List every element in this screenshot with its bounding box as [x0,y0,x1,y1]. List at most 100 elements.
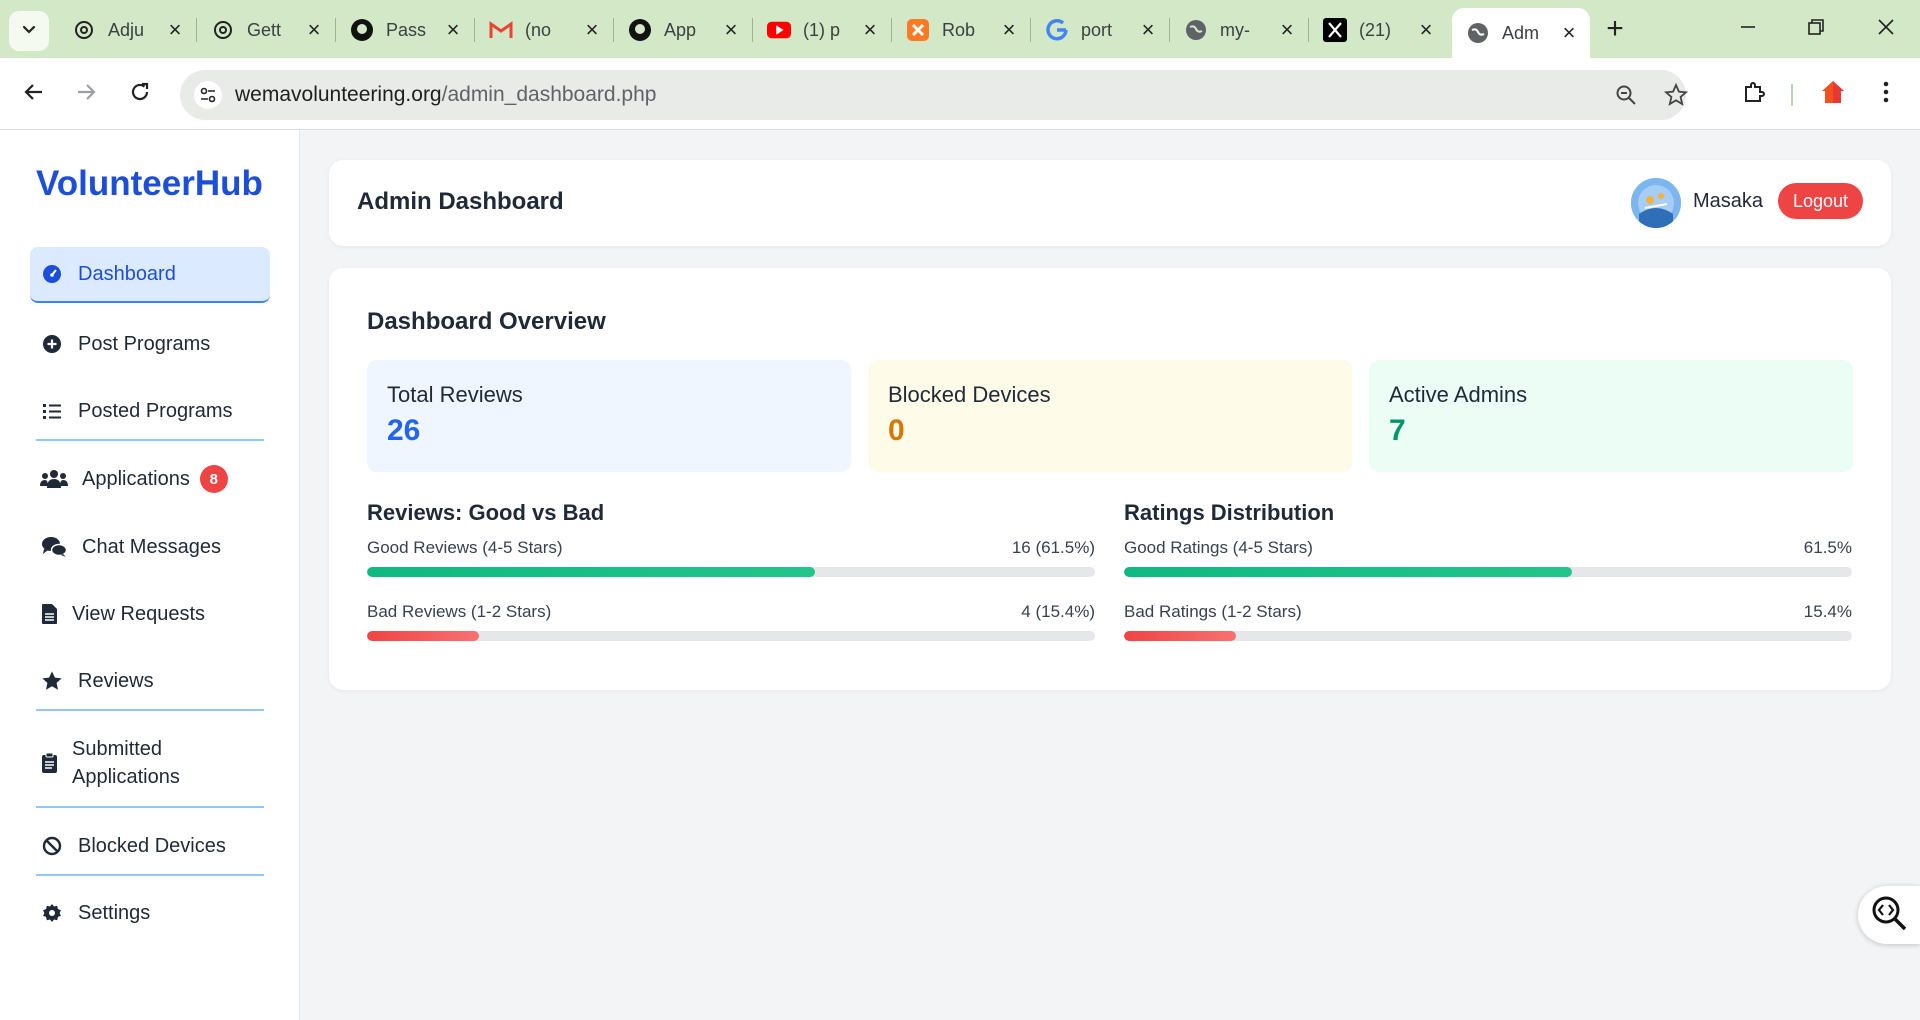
sidebar-item-label: Settings [78,901,151,924]
sidebar-item-label: Blocked Devices [78,834,226,857]
tab-title: Rob [942,19,976,40]
sidebar-item-posted-programs[interactable]: Posted Programs [30,383,270,439]
browser-toolbar: wemavolunteering.org/admin_dashboard.php [0,58,1920,130]
overview-title: Dashboard Overview [367,308,606,335]
tab-title: Adm [1502,22,1540,43]
stat-card-active-admins: Active Admins 7 [1369,360,1853,472]
toolbar-divider [1791,84,1793,106]
notification-badge: 8 [199,465,228,493]
dashboard-overview-card: Dashboard Overview Total Reviews 26 Bloc… [329,268,1891,690]
github-icon [628,18,652,42]
browser-tab[interactable]: Pass × [336,8,474,52]
openai-icon [211,18,235,42]
browser-menu-button[interactable] [1868,76,1904,112]
reload-button[interactable] [122,76,158,112]
sidebar-item-applications[interactable]: Applications 8 [30,451,270,507]
close-tab-icon[interactable]: × [164,17,186,42]
sidebar-item-label: View Requests [72,602,206,625]
progress-label: Bad Reviews (1-2 Stars) [367,602,552,621]
google-icon [1045,18,1069,42]
browser-tabstrip: Adju × Gett × Pass × (no × App × (1) p ×… [0,0,1920,58]
browser-tab[interactable]: Adju × [58,8,196,52]
progress-fill [367,631,480,641]
chevron-down-icon [20,20,38,43]
close-window-button[interactable] [1856,6,1916,52]
bookmark-star-icon[interactable] [1664,83,1688,107]
browser-tab[interactable]: (no × [475,8,613,52]
browser-tab[interactable]: Rob × [892,8,1030,52]
stat-value: 0 [888,414,905,447]
minimize-icon [1739,18,1757,41]
browser-tab[interactable]: Gett × [197,8,335,52]
youtube-icon [767,18,791,42]
browser-tab[interactable]: (1) p × [753,8,891,52]
progress-value: 15.4% [1803,602,1852,621]
tab-title: Gett [247,19,282,40]
tab-title: my- [1220,19,1250,40]
gmail-icon [489,18,513,42]
browser-tab[interactable]: App × [614,8,752,52]
openai-icon [72,18,96,42]
progress-row-good-reviews: Good Reviews (4-5 Stars) 16 (61.5%) [367,528,1095,592]
progress-track [1124,567,1852,577]
zoom-icon[interactable] [1614,83,1638,107]
progress-label: Good Ratings (4-5 Stars) [1124,538,1313,557]
sidebar-item-label: Posted Programs [78,399,233,422]
avatar[interactable] [1631,178,1681,228]
ban-icon [40,834,64,858]
sidebar-item-submitted-applications[interactable]: Submitted Applications [30,727,270,799]
minimize-button[interactable] [1718,6,1778,52]
close-tab-icon[interactable]: × [1137,17,1159,42]
stat-label: Active Admins [1389,382,1528,407]
logout-button[interactable]: Logout [1778,183,1863,219]
page-content: VolunteerHub Dashboard Post Programs Pos… [0,130,1920,1020]
browser-tab-active[interactable]: Adm × [1452,8,1590,58]
progress-fill [1124,631,1237,641]
new-tab-button[interactable]: + [1598,12,1632,46]
progress-row-good-ratings: Good Ratings (4-5 Stars) 61.5% [1124,528,1852,592]
sidebar-item-label: Submitted Applications [72,738,180,788]
url-text: wemavolunteering.org/admin_dashboard.php [235,83,656,107]
close-tab-icon[interactable]: × [998,17,1020,42]
plus-circle-icon [40,332,64,356]
stat-card-blocked-devices: Blocked Devices 0 [868,360,1352,472]
restore-button[interactable] [1786,6,1846,52]
close-tab-icon[interactable]: × [720,17,742,42]
star-icon [40,669,64,693]
progress-label: Bad Ratings (1-2 Stars) [1124,602,1302,621]
browser-tab[interactable]: port × [1031,8,1169,52]
brand-logo[interactable]: VolunteerHub [36,164,263,204]
close-tab-icon[interactable]: × [1558,20,1580,45]
close-tab-icon[interactable]: × [1276,17,1298,42]
tab-search-button[interactable] [9,11,49,51]
clipboard-icon [40,751,58,775]
floating-inspect-button[interactable] [1858,886,1920,944]
back-button[interactable] [16,76,52,112]
browser-tab[interactable]: my- × [1170,8,1308,52]
ratings-distribution: Ratings Distribution Good Ratings (4-5 S… [1124,500,1852,656]
close-tab-icon[interactable]: × [859,17,881,42]
sidebar-item-chat-messages[interactable]: Chat Messages [30,519,270,575]
sidebar-item-view-requests[interactable]: View Requests [30,586,270,642]
close-tab-icon[interactable]: × [1415,17,1437,42]
progress-row-bad-reviews: Bad Reviews (1-2 Stars) 4 (15.4%) [367,592,1095,656]
sidebar-item-blocked-devices[interactable]: Blocked Devices [30,818,270,874]
x-icon [1323,18,1347,42]
close-tab-icon[interactable]: × [303,17,325,42]
browser-tab[interactable]: (21) × [1309,8,1447,52]
sidebar-item-reviews[interactable]: Reviews [30,653,270,709]
restore-icon [1807,18,1825,41]
address-bar[interactable]: wemavolunteering.org/admin_dashboard.php [180,70,1688,120]
close-tab-icon[interactable]: × [581,17,603,42]
tab-title: (1) p [803,19,841,40]
sidebar-item-dashboard[interactable]: Dashboard [30,247,270,303]
forward-button[interactable] [68,76,104,112]
progress-value: 16 (61.5%) [1011,538,1095,557]
sidebar-item-post-programs[interactable]: Post Programs [30,316,270,372]
site-info-icon[interactable] [194,81,222,109]
close-tab-icon[interactable]: × [442,17,464,42]
extensions-button[interactable] [1736,76,1772,112]
extension-button[interactable] [1815,76,1851,112]
sidebar-item-settings[interactable]: Settings [30,885,270,941]
more-vertical-icon [1882,80,1890,109]
